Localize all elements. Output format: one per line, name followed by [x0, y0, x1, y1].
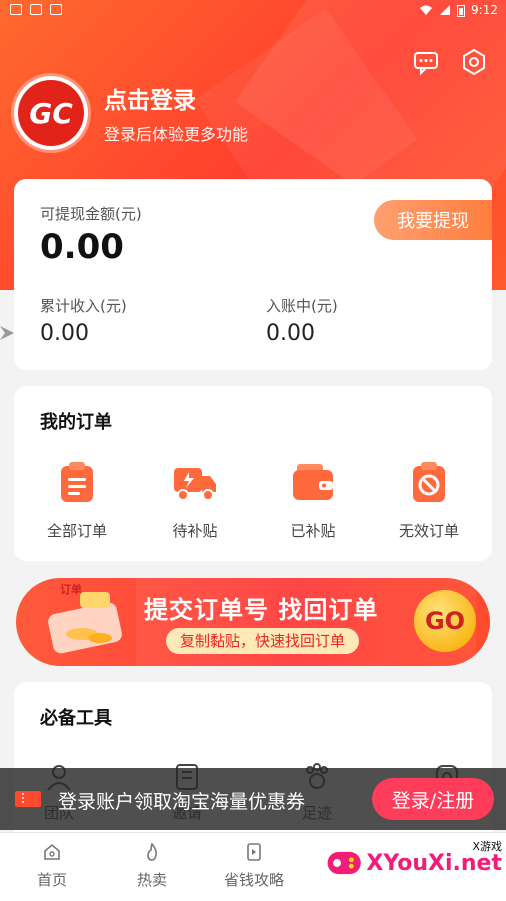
login-register-button[interactable]: 登录/注册	[372, 778, 494, 820]
wallet-icon	[293, 464, 333, 500]
total-income-value: 0.00	[40, 321, 89, 346]
order-item-invalid[interactable]: 无效订单	[374, 460, 484, 541]
order-item-pending[interactable]: 待补贴	[140, 460, 250, 541]
signal-icon	[440, 5, 451, 15]
recover-order-banner[interactable]: 订单 提交订单号 找回订单 复制黏贴，快速找回订单 GO	[16, 578, 490, 666]
settings-icon[interactable]	[460, 48, 488, 76]
order-item-label: 已补贴	[290, 522, 336, 540]
pending-value: 0.00	[266, 321, 315, 346]
orders-title: 我的订单	[40, 412, 112, 433]
phone-coins-icon	[48, 592, 122, 654]
watermark-text: XYouXi.net	[366, 850, 502, 876]
order-item-subsidized[interactable]: 已补贴	[258, 460, 368, 541]
login-prompt-text: 登录账户领取淘宝海量优惠券	[58, 791, 306, 813]
tab-label: 省钱攻略	[223, 871, 284, 889]
total-income-label: 累计收入(元)	[40, 297, 127, 315]
withdrawable-value: 0.00	[40, 227, 124, 267]
status-bar: 9:12	[0, 0, 506, 22]
login-subtitle: 登录后体验更多功能	[104, 125, 249, 144]
tab-home[interactable]: 首页	[2, 843, 102, 890]
banner-title: 提交订单号 找回订单	[144, 596, 379, 624]
avatar[interactable]: GC	[14, 76, 88, 150]
home-icon	[44, 843, 60, 860]
avatar-logo: GC	[18, 80, 84, 146]
wifi-icon	[420, 5, 433, 15]
login-prompt-bar: 登录账户领取淘宝海量优惠券 登录/注册	[0, 768, 506, 830]
order-item-label: 全部订单	[46, 522, 107, 540]
clipboard-icon	[61, 462, 93, 502]
banner-tag: 订单	[60, 583, 82, 596]
battery-icon	[457, 4, 466, 17]
profile-header[interactable]: GC 点击登录 登录后体验更多功能	[14, 76, 248, 150]
order-item-label: 无效订单	[398, 522, 459, 540]
go-button[interactable]: GO	[414, 590, 476, 652]
truck-icon	[174, 468, 216, 501]
message-icon[interactable]	[412, 48, 440, 76]
order-item-all[interactable]: 全部订单	[22, 460, 132, 541]
watermark: XYouXi.net X游戏	[326, 840, 502, 886]
guide-icon	[247, 843, 261, 861]
fire-icon	[147, 842, 157, 861]
orders-card: 我的订单 全部订单 待补贴 已补贴 无效订单	[14, 386, 492, 561]
watermark-tag: X游戏	[472, 840, 502, 853]
tab-label: 首页	[36, 871, 67, 889]
app-icon	[50, 4, 62, 15]
status-time: 9:12	[471, 3, 498, 17]
order-item-label: 待补贴	[172, 522, 218, 540]
coupon-icon	[15, 791, 41, 807]
notification-icon	[10, 4, 22, 15]
tab-guide[interactable]: 省钱攻略	[204, 843, 304, 890]
withdrawable-label: 可提现金额(元)	[40, 205, 142, 223]
tab-label: 热卖	[136, 871, 167, 889]
pending-label: 入账中(元)	[266, 297, 338, 315]
ban-icon	[413, 462, 445, 502]
tools-title: 必备工具	[40, 708, 112, 729]
balance-card: 可提现金额(元) 0.00 我要提现 累计收入(元) 0.00 入账中(元) 0…	[14, 179, 492, 370]
watermark-logo-icon	[327, 851, 361, 875]
header-actions	[412, 48, 488, 76]
image-icon	[30, 4, 42, 15]
login-title[interactable]: 点击登录	[104, 81, 248, 115]
tab-hot[interactable]: 热卖	[102, 842, 202, 890]
banner-subtitle: 复制黏贴，快速找回订单	[166, 628, 360, 654]
withdraw-button[interactable]: 我要提现	[374, 200, 492, 240]
